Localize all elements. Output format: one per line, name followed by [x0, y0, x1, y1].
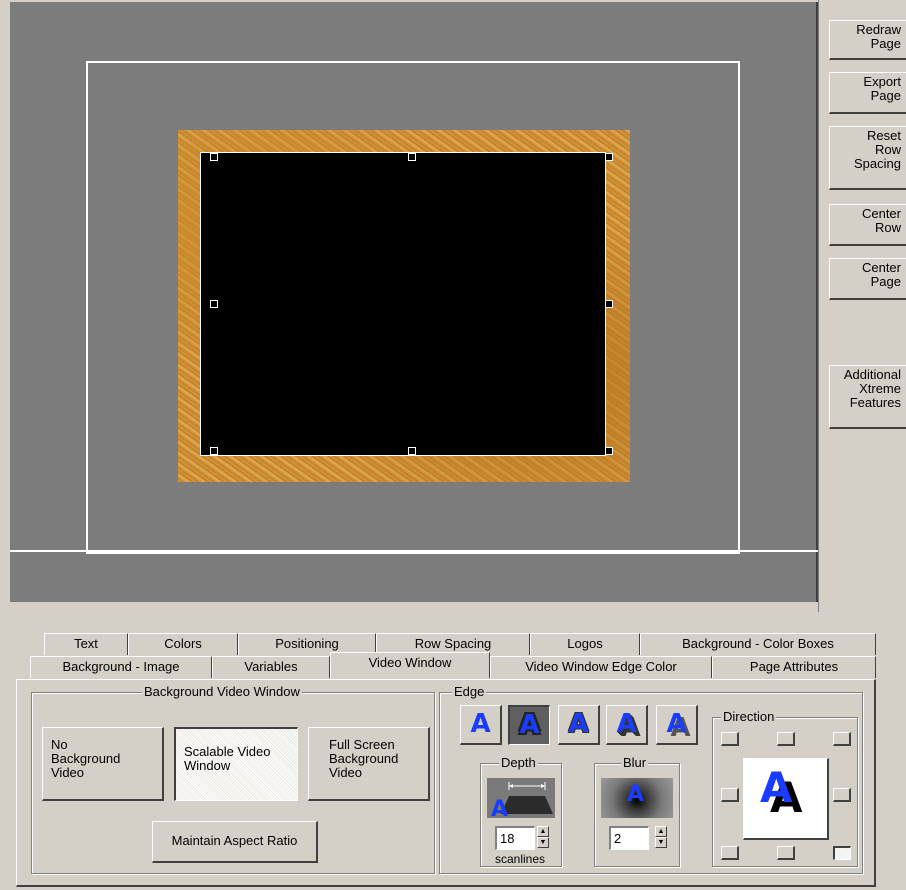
depth-diagram-icon: A — [491, 782, 553, 822]
depth-unit-label: scanlines — [495, 852, 546, 866]
maintain-aspect-ratio-button[interactable]: Maintain Aspect Ratio — [152, 821, 318, 863]
edge-style-outline-button[interactable]: A — [508, 705, 550, 745]
direction-glyph: A — [760, 763, 793, 812]
tab-background-color-boxes[interactable]: Background - Color Boxes — [640, 633, 876, 655]
edge-style-glyph: A — [568, 709, 589, 739]
resize-handle-top[interactable] — [408, 153, 416, 161]
direction-title: Direction — [721, 709, 777, 725]
blur-decrement-button[interactable]: ▼ — [655, 837, 667, 848]
edge-style-extrude-button[interactable]: A — [606, 705, 648, 745]
depth-glyph: A — [491, 797, 508, 818]
edge-style-glyph: A — [470, 709, 491, 739]
resize-handle-top-left[interactable] — [210, 153, 218, 161]
background-video-window-group: Background Video Window No Background Vi… — [31, 684, 435, 874]
depth-title: Depth — [499, 755, 538, 771]
tab-page-attributes[interactable]: Page Attributes — [712, 656, 876, 678]
depth-input[interactable] — [495, 826, 535, 850]
blur-glyph: A — [627, 782, 645, 807]
no-background-video-button[interactable]: No Background Video — [42, 727, 164, 801]
edge-style-glyph: A — [666, 709, 687, 739]
blur-input[interactable] — [609, 826, 649, 850]
blur-title: Blur — [621, 755, 649, 771]
resize-handle-top-right[interactable] — [605, 153, 613, 161]
edge-style-shadow-button[interactable]: A — [656, 705, 698, 745]
resize-handle-bottom[interactable] — [408, 447, 416, 455]
tab-colors[interactable]: Colors — [128, 633, 238, 655]
direction-bottom-left-button[interactable] — [721, 846, 739, 860]
direction-right-button[interactable] — [833, 788, 851, 802]
right-toolbar: Redraw Page Export Page Reset Row Spacin… — [818, 0, 906, 612]
edge-style-none-button[interactable]: A — [460, 705, 502, 745]
direction-top-left-button[interactable] — [721, 732, 739, 746]
blur-preview: A — [601, 778, 673, 818]
center-row-button[interactable]: Center Row — [829, 204, 906, 246]
direction-top-button[interactable] — [777, 732, 795, 746]
tab-video-window-edge-color[interactable]: Video Window Edge Color — [490, 656, 712, 678]
direction-bottom-right-button[interactable] — [833, 846, 851, 860]
canvas-divider — [10, 550, 818, 552]
tab-variables[interactable]: Variables — [212, 656, 330, 678]
depth-group: Depth A ▲ ▼ scanlines — [480, 755, 562, 867]
depth-increment-button[interactable]: ▲ — [537, 826, 549, 837]
background-video-window-title: Background Video Window — [142, 684, 302, 700]
tab-logos[interactable]: Logos — [530, 633, 640, 655]
resize-handle-bottom-right[interactable] — [605, 447, 613, 455]
resize-handle-left[interactable] — [210, 300, 218, 308]
redraw-page-button[interactable]: Redraw Page — [829, 20, 906, 60]
depth-decrement-button[interactable]: ▼ — [537, 837, 549, 848]
resize-handle-bottom-left[interactable] — [210, 447, 218, 455]
export-page-button[interactable]: Export Page — [829, 72, 906, 114]
direction-preview: A A — [743, 758, 829, 840]
edge-style-border-button[interactable]: A — [558, 705, 600, 745]
full-screen-background-video-button[interactable]: Full Screen Background Video — [308, 727, 430, 801]
additional-xtreme-features-button[interactable]: Additional Xtreme Features — [829, 365, 906, 429]
direction-left-button[interactable] — [721, 788, 739, 802]
direction-top-right-button[interactable] — [833, 732, 851, 746]
blur-increment-button[interactable]: ▲ — [655, 826, 667, 837]
video-window-panel: Background Video Window No Background Vi… — [16, 679, 876, 887]
reset-row-spacing-button[interactable]: Reset Row Spacing — [829, 126, 906, 190]
center-page-button[interactable]: Center Page — [829, 258, 906, 300]
direction-bottom-button[interactable] — [777, 846, 795, 860]
depth-preview: A — [487, 778, 555, 822]
page-canvas[interactable] — [0, 0, 818, 602]
video-window[interactable] — [200, 152, 606, 456]
resize-handle-right[interactable] — [605, 300, 613, 308]
tab-background-image[interactable]: Background - Image — [30, 656, 212, 678]
edge-group: Edge A A A A A Depth A 18 ▲ ▼ scanlines … — [439, 684, 863, 874]
tab-text[interactable]: Text — [44, 633, 128, 655]
scalable-video-window-button[interactable]: Scalable Video Window — [174, 727, 298, 801]
blur-group: Blur A ▲ ▼ — [594, 755, 680, 867]
edge-title: Edge — [452, 684, 487, 700]
edge-style-glyph: A — [616, 709, 637, 739]
direction-group: Direction A A — [712, 709, 858, 867]
edge-style-glyph: A — [519, 710, 540, 740]
tab-video-window[interactable]: Video Window — [330, 652, 490, 678]
